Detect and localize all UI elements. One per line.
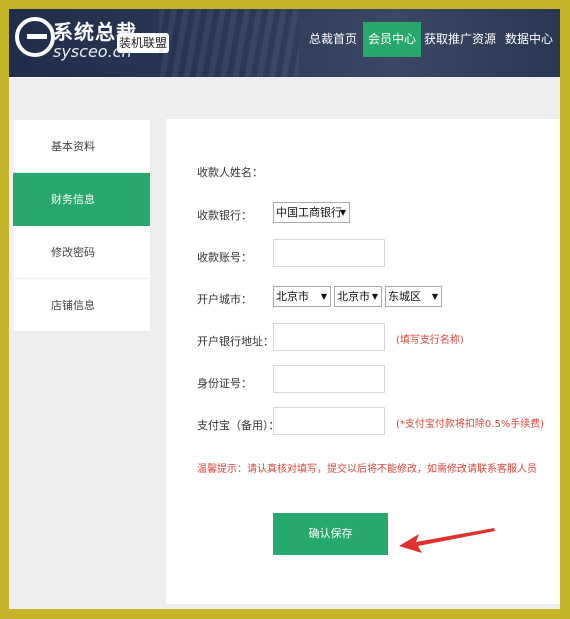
- branch-address-label: 开户银行地址：: [197, 335, 274, 348]
- logo-e-icon[interactable]: [15, 17, 55, 57]
- dropdown-arrow-icon: ▼: [371, 292, 378, 301]
- nav-data-center[interactable]: 数据中心: [504, 22, 554, 57]
- province-select-value: 北京市: [276, 290, 309, 303]
- account-label: 收款账号：: [197, 251, 252, 264]
- id-number-input[interactable]: [273, 365, 385, 393]
- sidebar-item-password[interactable]: 修改密码: [13, 226, 150, 279]
- branch-hint: (填写支行名称): [396, 335, 464, 346]
- bank-select[interactable]: 中国工商银行 ▼: [273, 202, 350, 223]
- alipay-hint: (*支付宝付款将扣除0.5%手续费): [396, 419, 545, 430]
- nav-promo-resources[interactable]: 获取推广资源: [424, 22, 496, 57]
- finance-form-panel: 收款人姓名： 收款银行： 中国工商银行 ▼ 收款账号： 开户城市： 北京市 ▼ …: [166, 119, 560, 604]
- alipay-input[interactable]: [273, 407, 385, 435]
- city-select[interactable]: 北京市 ▼: [334, 286, 382, 307]
- warning-text: 温馨提示：请认真核对填写，提交以后将不能修改，如需修改请联系客服人员: [197, 464, 537, 475]
- city-label: 开户城市：: [197, 293, 252, 306]
- branch-address-input[interactable]: [273, 323, 385, 351]
- page: 系统总裁 sysceo.cn 装机联盟 总裁首页 会员中心 获取推广资源 数据中…: [9, 9, 560, 609]
- bank-select-value: 中国工商银行: [276, 206, 342, 219]
- sidebar-item-basic-info[interactable]: 基本资料: [13, 120, 150, 173]
- payee-name-label: 收款人姓名：: [197, 166, 263, 179]
- alliance-badge: 装机联盟: [117, 33, 169, 53]
- city-select-value: 北京市: [337, 290, 370, 303]
- screenshot-frame: 系统总裁 sysceo.cn 装机联盟 总裁首页 会员中心 获取推广资源 数据中…: [0, 0, 570, 619]
- id-number-label: 身份证号：: [197, 377, 252, 390]
- dropdown-arrow-icon: ▼: [339, 208, 346, 217]
- site-header: 系统总裁 sysceo.cn 装机联盟 总裁首页 会员中心 获取推广资源 数据中…: [9, 9, 560, 77]
- sidebar-item-finance[interactable]: 财务信息: [13, 173, 150, 226]
- district-select-value: 东城区: [388, 290, 421, 303]
- dropdown-arrow-icon: ▼: [431, 292, 438, 301]
- nav-home[interactable]: 总裁首页: [307, 22, 359, 57]
- account-input[interactable]: [273, 239, 385, 267]
- save-button[interactable]: 确认保存: [273, 513, 388, 555]
- bank-label: 收款银行：: [197, 209, 252, 222]
- nav-member-center[interactable]: 会员中心: [363, 22, 421, 57]
- sidebar: 基本资料 财务信息 修改密码 店铺信息: [13, 120, 150, 332]
- district-select[interactable]: 东城区 ▼: [385, 286, 442, 307]
- sidebar-item-shop[interactable]: 店铺信息: [13, 279, 150, 332]
- dropdown-arrow-icon: ▼: [320, 292, 327, 301]
- annotation-arrow-icon: [399, 528, 495, 553]
- province-select[interactable]: 北京市 ▼: [273, 286, 331, 307]
- alipay-label: 支付宝（备用）：: [197, 419, 280, 432]
